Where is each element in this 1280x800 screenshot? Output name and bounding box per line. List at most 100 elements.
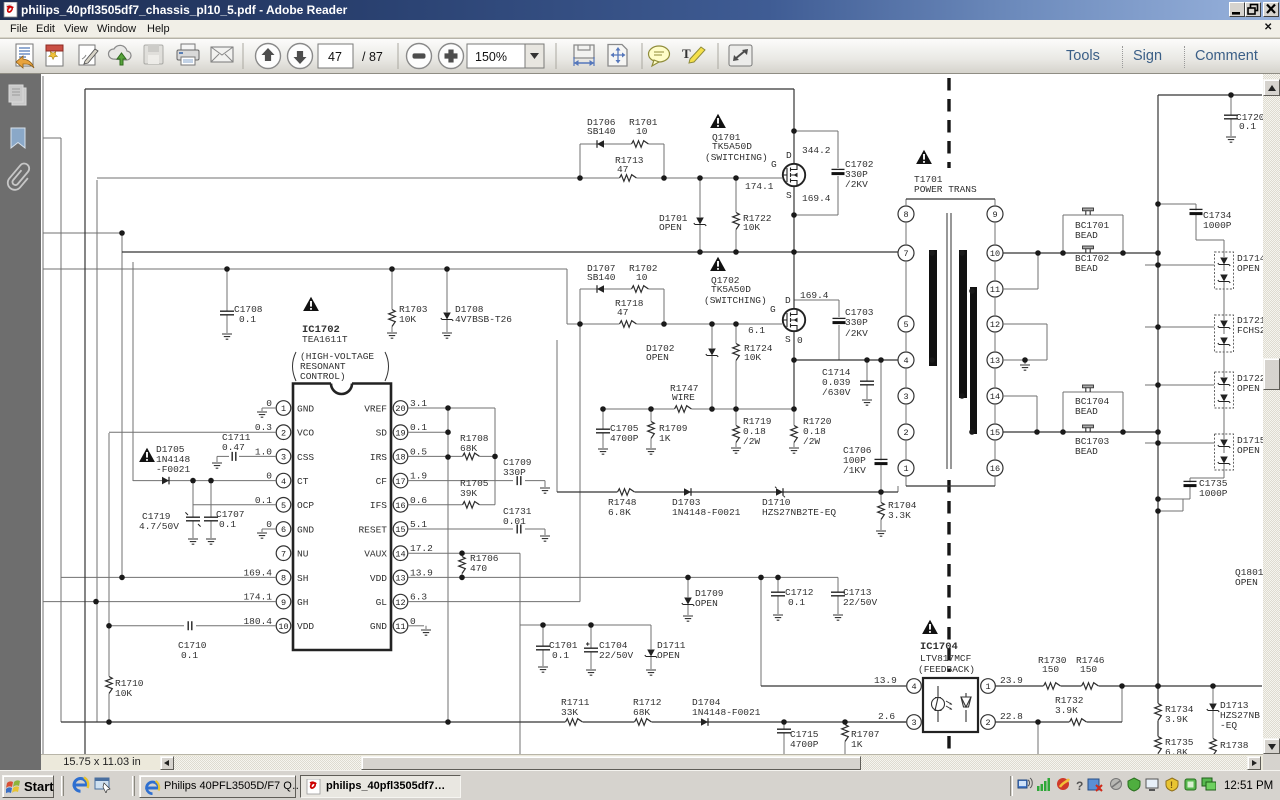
svg-text:OPEN: OPEN bbox=[657, 650, 680, 661]
svg-text:OPEN: OPEN bbox=[1237, 445, 1260, 456]
svg-text:CONTROL): CONTROL) bbox=[300, 371, 346, 382]
svg-text:10: 10 bbox=[990, 249, 1000, 259]
svg-text:1N4148-F0021: 1N4148-F0021 bbox=[672, 507, 741, 518]
svg-text:BEAD: BEAD bbox=[1075, 230, 1098, 241]
svg-text:VDD: VDD bbox=[297, 621, 314, 632]
svg-text:WIRE: WIRE bbox=[672, 392, 695, 403]
svg-text:2.6: 2.6 bbox=[878, 711, 895, 722]
svg-text:1: 1 bbox=[903, 464, 908, 474]
svg-text:5: 5 bbox=[903, 320, 908, 330]
svg-text:0.1: 0.1 bbox=[552, 650, 569, 661]
svg-text:17: 17 bbox=[395, 477, 405, 487]
svg-text:0.01: 0.01 bbox=[503, 516, 526, 527]
svg-text:1N4148-F0021: 1N4148-F0021 bbox=[692, 707, 761, 718]
svg-text:12: 12 bbox=[990, 320, 1000, 330]
svg-text:14: 14 bbox=[990, 392, 1000, 402]
svg-text:/630V: /630V bbox=[822, 387, 851, 398]
svg-text:OCP: OCP bbox=[297, 500, 314, 511]
svg-text:1: 1 bbox=[985, 682, 990, 692]
svg-text:150: 150 bbox=[1042, 664, 1059, 675]
svg-text:22/50V: 22/50V bbox=[599, 650, 634, 661]
svg-text:15: 15 bbox=[395, 525, 405, 535]
svg-text:0.47: 0.47 bbox=[222, 442, 245, 453]
svg-text:VAUX: VAUX bbox=[364, 549, 387, 560]
svg-text:1K: 1K bbox=[659, 433, 671, 444]
svg-text:-F0021: -F0021 bbox=[156, 464, 191, 475]
svg-text:180.4: 180.4 bbox=[243, 616, 272, 627]
svg-text:10: 10 bbox=[278, 622, 288, 632]
svg-text:68K: 68K bbox=[633, 707, 650, 718]
svg-text:1000P: 1000P bbox=[1199, 488, 1228, 499]
svg-text:169.4: 169.4 bbox=[243, 567, 272, 578]
svg-text:5: 5 bbox=[281, 501, 286, 511]
svg-text:/1KV: /1KV bbox=[843, 465, 866, 476]
svg-text:SB140: SB140 bbox=[587, 126, 616, 137]
svg-text:TK5A50D: TK5A50D bbox=[711, 284, 751, 295]
svg-text:4: 4 bbox=[911, 682, 916, 692]
svg-text:POWER TRANS: POWER TRANS bbox=[914, 184, 977, 195]
svg-text:SD: SD bbox=[376, 428, 388, 439]
svg-text:150%: 150% bbox=[475, 50, 507, 64]
svg-text:0: 0 bbox=[410, 616, 416, 627]
svg-text:GL: GL bbox=[376, 597, 388, 608]
svg-text:G: G bbox=[771, 159, 777, 170]
svg-text:18: 18 bbox=[395, 453, 405, 463]
svg-text:IFS: IFS bbox=[370, 500, 387, 511]
svg-text:HZS27NB2TE-EQ: HZS27NB2TE-EQ bbox=[762, 507, 836, 518]
svg-text:16: 16 bbox=[395, 501, 405, 511]
svg-text:3: 3 bbox=[911, 718, 916, 728]
svg-text:7: 7 bbox=[903, 249, 908, 259]
svg-text:1: 1 bbox=[281, 404, 286, 414]
svg-text:10K: 10K bbox=[744, 352, 761, 363]
svg-text:174.1: 174.1 bbox=[745, 181, 774, 192]
svg-text:4: 4 bbox=[281, 477, 286, 487]
svg-text:6: 6 bbox=[281, 525, 286, 535]
svg-text:D: D bbox=[785, 295, 791, 306]
svg-text:6.3: 6.3 bbox=[410, 592, 427, 603]
svg-text:10K: 10K bbox=[399, 314, 416, 325]
svg-text:(SWITCHING): (SWITCHING) bbox=[704, 295, 767, 306]
svg-text:(SWITCHING): (SWITCHING) bbox=[705, 152, 768, 163]
svg-text:33K: 33K bbox=[561, 707, 578, 718]
svg-text:0.5: 0.5 bbox=[410, 446, 427, 457]
svg-text:IC1704: IC1704 bbox=[920, 641, 958, 653]
svg-text:4700P: 4700P bbox=[790, 739, 819, 750]
svg-text:-EQ: -EQ bbox=[1220, 720, 1237, 731]
svg-text:/2KV: /2KV bbox=[845, 179, 868, 190]
svg-text:8: 8 bbox=[903, 210, 908, 220]
svg-text:14: 14 bbox=[395, 549, 405, 559]
svg-text:1000P: 1000P bbox=[1203, 220, 1232, 231]
svg-text:15: 15 bbox=[990, 428, 1000, 438]
svg-text:4V7BSB-T26: 4V7BSB-T26 bbox=[455, 314, 512, 325]
svg-text:1.0: 1.0 bbox=[255, 446, 272, 457]
svg-text:3.1: 3.1 bbox=[410, 398, 427, 409]
svg-text:2: 2 bbox=[903, 428, 908, 438]
svg-text:2: 2 bbox=[281, 428, 286, 438]
svg-text:OPEN: OPEN bbox=[695, 598, 718, 609]
svg-text:5.1: 5.1 bbox=[410, 519, 427, 530]
svg-text:6.8K: 6.8K bbox=[1165, 747, 1188, 754]
svg-text:10: 10 bbox=[636, 272, 648, 283]
svg-text:16: 16 bbox=[990, 464, 1000, 474]
svg-text:9: 9 bbox=[992, 210, 997, 220]
svg-text:4700P: 4700P bbox=[610, 433, 639, 444]
svg-text:17.2: 17.2 bbox=[410, 543, 433, 554]
svg-text:6.1: 6.1 bbox=[748, 325, 765, 336]
svg-text:VDD: VDD bbox=[370, 573, 387, 584]
svg-text:13.9: 13.9 bbox=[410, 567, 433, 578]
svg-text:20: 20 bbox=[395, 404, 405, 414]
svg-text:0: 0 bbox=[266, 398, 272, 409]
svg-text:19: 19 bbox=[395, 428, 405, 438]
svg-text:23.9: 23.9 bbox=[1000, 675, 1023, 686]
svg-text:169.4: 169.4 bbox=[802, 193, 831, 204]
svg-text:330P: 330P bbox=[503, 467, 526, 478]
svg-text:VREF: VREF bbox=[364, 403, 387, 414]
svg-text:SB140: SB140 bbox=[587, 272, 616, 283]
svg-text:4: 4 bbox=[903, 356, 908, 366]
svg-text:NU: NU bbox=[297, 549, 309, 560]
svg-text:0.1: 0.1 bbox=[181, 650, 198, 661]
svg-text:D: D bbox=[786, 150, 792, 161]
svg-text:GND: GND bbox=[370, 621, 387, 632]
svg-text:/ 87: / 87 bbox=[362, 50, 383, 64]
svg-text:GND: GND bbox=[297, 524, 314, 535]
